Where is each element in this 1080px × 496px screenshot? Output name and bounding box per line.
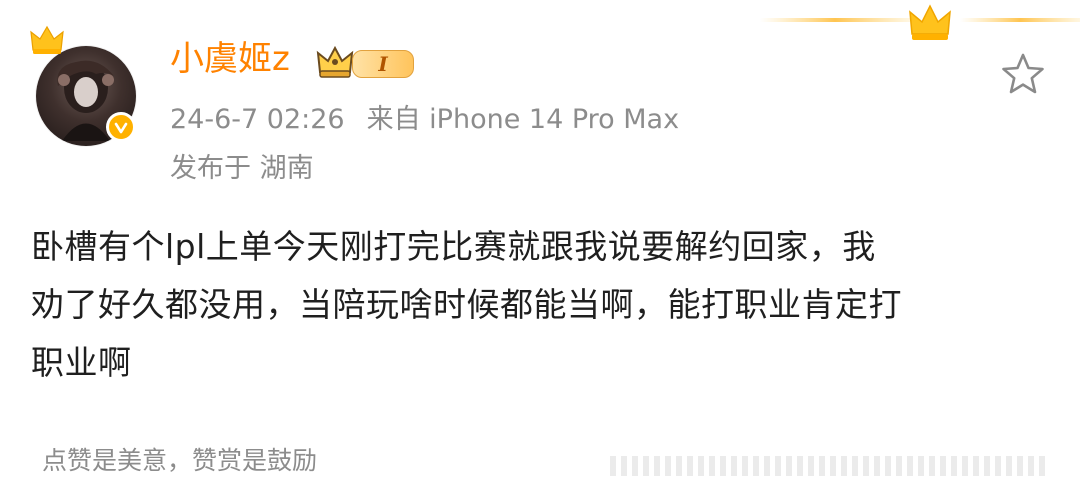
footer-divider <box>610 456 1050 476</box>
post-location: 发布于 湖南 <box>170 153 314 184</box>
post-body-line: 卧槽有个lpl上单今天刚打完比赛就跟我说要解约回家，我 <box>31 227 876 266</box>
avatar-container[interactable] <box>30 24 148 146</box>
post-meta: 24-6-7 02:26 来自 iPhone 14 Pro Max <box>170 106 679 133</box>
post-source: 来自 iPhone 14 Pro Max <box>366 104 680 135</box>
member-crown-icon <box>316 45 354 78</box>
star-icon[interactable] <box>1000 52 1046 96</box>
crown-icon <box>909 4 951 40</box>
post-body-line: 劝了好久都没用，当陪玩啥时候都能当啊，能打职业肯定打 <box>31 285 902 324</box>
member-level-badge[interactable]: I <box>352 50 414 78</box>
post-timestamp: 24-6-7 02:26 <box>170 104 345 135</box>
reward-prompt: 点赞是美意，赞赏是鼓励 <box>42 446 318 475</box>
verified-icon <box>106 112 136 142</box>
avatar-crown-icon <box>30 25 64 54</box>
username[interactable]: 小虞姬z <box>170 42 290 76</box>
post-body-line: 职业啊 <box>31 343 132 382</box>
decorative-crown-strip <box>760 4 1080 40</box>
post-body: 卧槽有个lpl上单今天刚打完比赛就跟我说要解约回家，我 劝了好久都没用，当陪玩啥… <box>31 218 1041 392</box>
